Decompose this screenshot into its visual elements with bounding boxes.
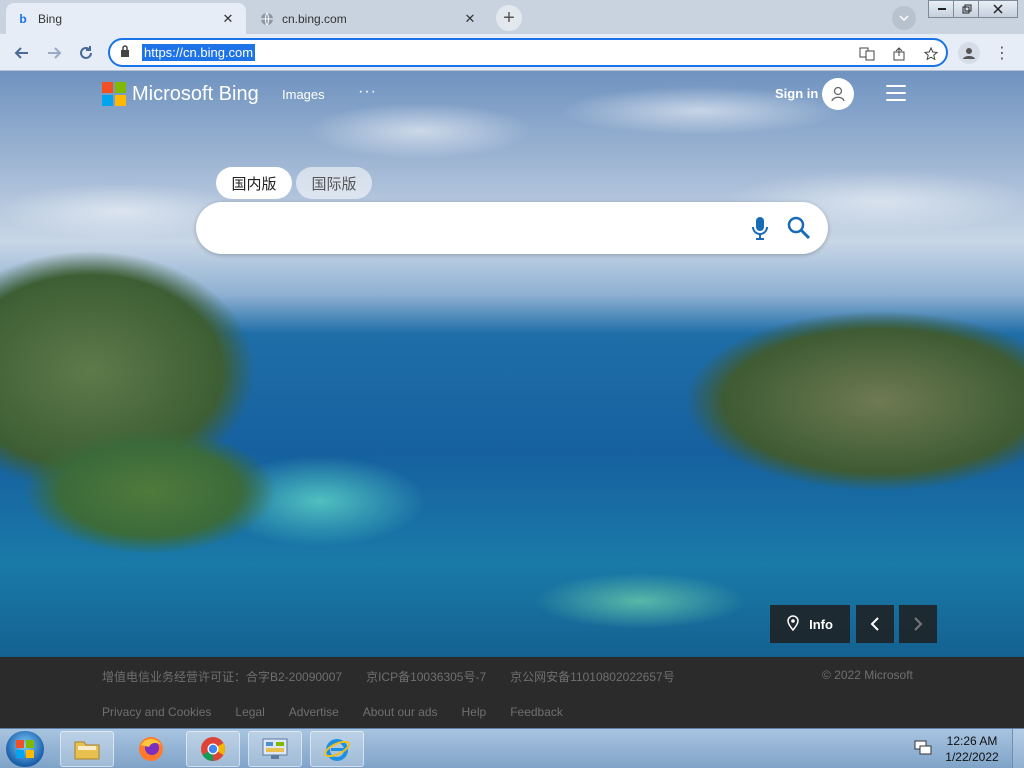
microsoft-bing-logo[interactable]: Microsoft Bing <box>102 81 259 107</box>
menu-kebab-icon[interactable]: ⋮ <box>994 42 1010 64</box>
bing-icon: b <box>19 11 27 26</box>
file-explorer-icon[interactable] <box>60 731 114 767</box>
minimize-button[interactable] <box>928 0 955 18</box>
icp-text[interactable]: 京ICP备10036305号-7 <box>366 668 486 685</box>
firefox-icon[interactable] <box>124 731 178 767</box>
windows-taskbar: 12:26 AM 1/22/2022 <box>0 728 1024 768</box>
sign-in-link[interactable]: Sign in <box>775 86 818 101</box>
bookmark-star-icon[interactable] <box>922 45 940 63</box>
license-text[interactable]: 增值电信业务经营许可证：合字B2-20090007 <box>102 668 342 685</box>
chrome-icon[interactable] <box>186 731 240 767</box>
start-button[interactable] <box>6 731 44 767</box>
brand-name: Microsoft Bing <box>132 82 259 105</box>
reload-icon[interactable] <box>74 41 98 65</box>
page-footer: 增值电信业务经营许可证：合字B2-20090007 京ICP备10036305号… <box>0 657 1024 728</box>
nav-images-link[interactable]: Images <box>282 87 325 102</box>
address-url[interactable]: https://cn.bing.com <box>142 44 256 61</box>
show-desktop-button[interactable] <box>1012 729 1024 768</box>
region-domestic-tab[interactable]: 国内版 <box>216 167 292 199</box>
clock-time: 12:26 AM <box>946 734 998 748</box>
profile-icon[interactable] <box>958 42 980 64</box>
back-arrow-icon[interactable] <box>10 41 34 65</box>
region-international-tab[interactable]: 国际版 <box>296 167 372 199</box>
tab-title: cn.bing.com <box>282 11 347 26</box>
close-window-button[interactable] <box>978 0 1018 18</box>
footer-link-about-ads[interactable]: About our ads <box>363 705 438 719</box>
restore-button[interactable] <box>953 0 980 18</box>
browser-toolbar: https://cn.bing.com ⋮ <box>0 34 1024 71</box>
next-image-button[interactable] <box>899 605 937 643</box>
copyright-text: © 2022 Microsoft <box>822 668 913 682</box>
internet-explorer-icon[interactable] <box>310 731 364 767</box>
forward-arrow-icon[interactable] <box>42 41 66 65</box>
control-panel-icon[interactable] <box>248 731 302 767</box>
tab-search-button[interactable] <box>892 6 916 30</box>
user-avatar-icon[interactable] <box>822 78 854 110</box>
search-input[interactable] <box>196 202 828 254</box>
close-tab-icon[interactable]: ✕ <box>220 11 236 27</box>
microsoft-logo-icon <box>102 82 126 106</box>
translate-icon[interactable] <box>858 45 876 63</box>
footer-link-help[interactable]: Help <box>462 705 487 719</box>
image-info-button[interactable]: Info <box>770 605 850 643</box>
info-label: Info <box>809 616 833 632</box>
hamburger-menu-icon[interactable] <box>886 85 906 101</box>
lock-icon[interactable] <box>120 45 136 60</box>
microphone-icon[interactable] <box>752 215 768 241</box>
tab-title: Bing <box>38 11 63 26</box>
close-tab-icon[interactable]: ✕ <box>462 11 478 27</box>
new-tab-button[interactable]: + <box>496 5 522 31</box>
footer-link-advertise[interactable]: Advertise <box>289 705 339 719</box>
tab-strip: b Bing ✕ cn.bing.com ✕ + <box>0 0 1024 34</box>
globe-icon <box>260 12 274 26</box>
nav-more-button[interactable]: ··· <box>358 83 377 101</box>
search-icon[interactable] <box>786 215 812 241</box>
location-pin-icon <box>787 614 799 634</box>
tab-bing[interactable]: b Bing ✕ <box>6 3 246 34</box>
taskbar-clock[interactable]: 12:26 AM 1/22/2022 <box>942 733 1002 765</box>
security-filing-text[interactable]: 京公网安备11010802022657号 <box>510 668 675 685</box>
previous-image-button[interactable] <box>856 605 894 643</box>
bing-homepage: Microsoft Bing Images ··· Sign in 国内版 国际… <box>0 71 1024 728</box>
address-bar[interactable]: https://cn.bing.com <box>108 38 948 67</box>
footer-link-feedback[interactable]: Feedback <box>510 705 563 719</box>
footer-link-legal[interactable]: Legal <box>235 705 264 719</box>
clock-date: 1/22/2022 <box>945 750 999 764</box>
tab-cn-bing[interactable]: cn.bing.com ✕ <box>250 3 488 34</box>
share-icon[interactable] <box>890 45 908 63</box>
network-icon[interactable] <box>914 740 932 756</box>
footer-link-privacy[interactable]: Privacy and Cookies <box>102 705 211 719</box>
